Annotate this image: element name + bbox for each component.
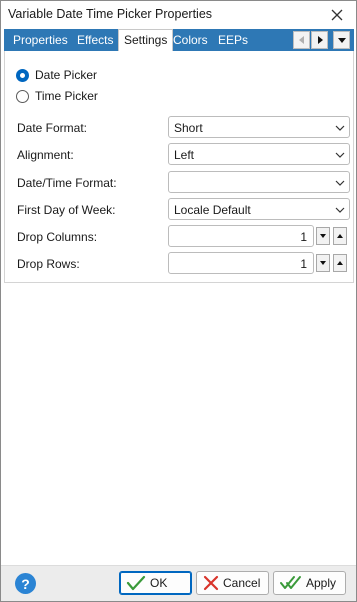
x-icon [203,575,219,591]
dialog-footer: ? OK Cancel Apply [1,565,356,601]
tab-effects[interactable]: Effects [72,29,118,51]
first-day-label: First Day of Week: [17,203,116,217]
time-picker-label: Time Picker [35,89,98,103]
first-day-select[interactable]: Locale Default [168,198,350,220]
datetime-format-label: Date/Time Format: [17,176,117,190]
date-format-value: Short [174,121,203,135]
drop-rows-value: 1 [300,257,307,271]
spin-up-icon [337,234,343,238]
tab-bar: Properties Effects Settings Colors EEPs [4,29,354,52]
spin-down-icon [320,261,326,265]
tab-settings[interactable]: Settings [118,29,174,52]
check-icon [126,575,146,591]
first-day-value: Locale Default [174,203,251,217]
tab-colors[interactable]: Colors [168,29,213,51]
drop-rows-label: Drop Rows: [17,257,80,271]
radio-button[interactable] [16,68,29,82]
close-icon [331,9,343,21]
datetime-format-select[interactable] [168,171,350,193]
date-format-select[interactable]: Short [168,116,350,138]
window-title: Variable Date Time Picker Properties [8,7,213,21]
tab-properties[interactable]: Properties [8,29,73,51]
date-picker-label: Date Picker [35,68,98,82]
drop-rows-decrement-button[interactable] [316,254,330,272]
apply-button[interactable]: Apply [273,571,346,595]
chevron-down-icon [335,180,345,186]
alignment-select[interactable]: Left [168,143,350,165]
drop-columns-spinner: 1 [168,225,350,247]
scroll-left-icon [298,36,304,44]
spin-down-icon [320,234,326,238]
cancel-button[interactable]: Cancel [196,571,269,595]
drop-columns-value: 1 [300,230,307,244]
tab-eeps[interactable]: EEPs [213,29,253,51]
alignment-label: Alignment: [17,148,74,162]
drop-columns-decrement-button[interactable] [316,227,330,245]
ok-label: OK [150,576,168,590]
drop-rows-increment-button[interactable] [333,254,347,272]
title-bar: Variable Date Time Picker Properties [1,1,356,29]
chevron-down-icon [335,207,345,213]
drop-columns-input[interactable]: 1 [168,225,314,247]
time-picker-radio[interactable]: Time Picker [16,88,98,104]
empty-area [1,283,356,563]
tab-scroll-right-button[interactable] [311,31,328,49]
help-icon: ? [21,575,30,592]
drop-columns-increment-button[interactable] [333,227,347,245]
date-format-label: Date Format: [17,121,88,135]
cancel-label: Cancel [223,576,261,590]
scroll-right-icon [317,36,323,44]
ok-button[interactable]: OK [119,571,192,595]
tab-scroll-left-button[interactable] [293,31,310,49]
chevron-down-icon [335,125,345,131]
help-button[interactable]: ? [15,573,36,594]
dropdown-icon [337,38,346,43]
tab-list-dropdown-button[interactable] [333,31,350,49]
properties-dialog: Variable Date Time Picker Properties Pro… [0,0,357,602]
settings-panel: Date Picker Time Picker Date Format: Sho… [4,51,354,283]
drop-columns-label: Drop Columns: [17,230,98,244]
radio-button[interactable] [16,89,29,103]
alignment-value: Left [174,148,195,162]
chevron-down-icon [335,152,345,158]
spin-up-icon [337,261,343,265]
apply-label: Apply [306,576,337,590]
date-picker-radio[interactable]: Date Picker [16,67,97,83]
drop-rows-input[interactable]: 1 [168,252,314,274]
double-check-icon [280,576,301,589]
drop-rows-spinner: 1 [168,252,350,274]
close-button[interactable] [326,4,348,26]
